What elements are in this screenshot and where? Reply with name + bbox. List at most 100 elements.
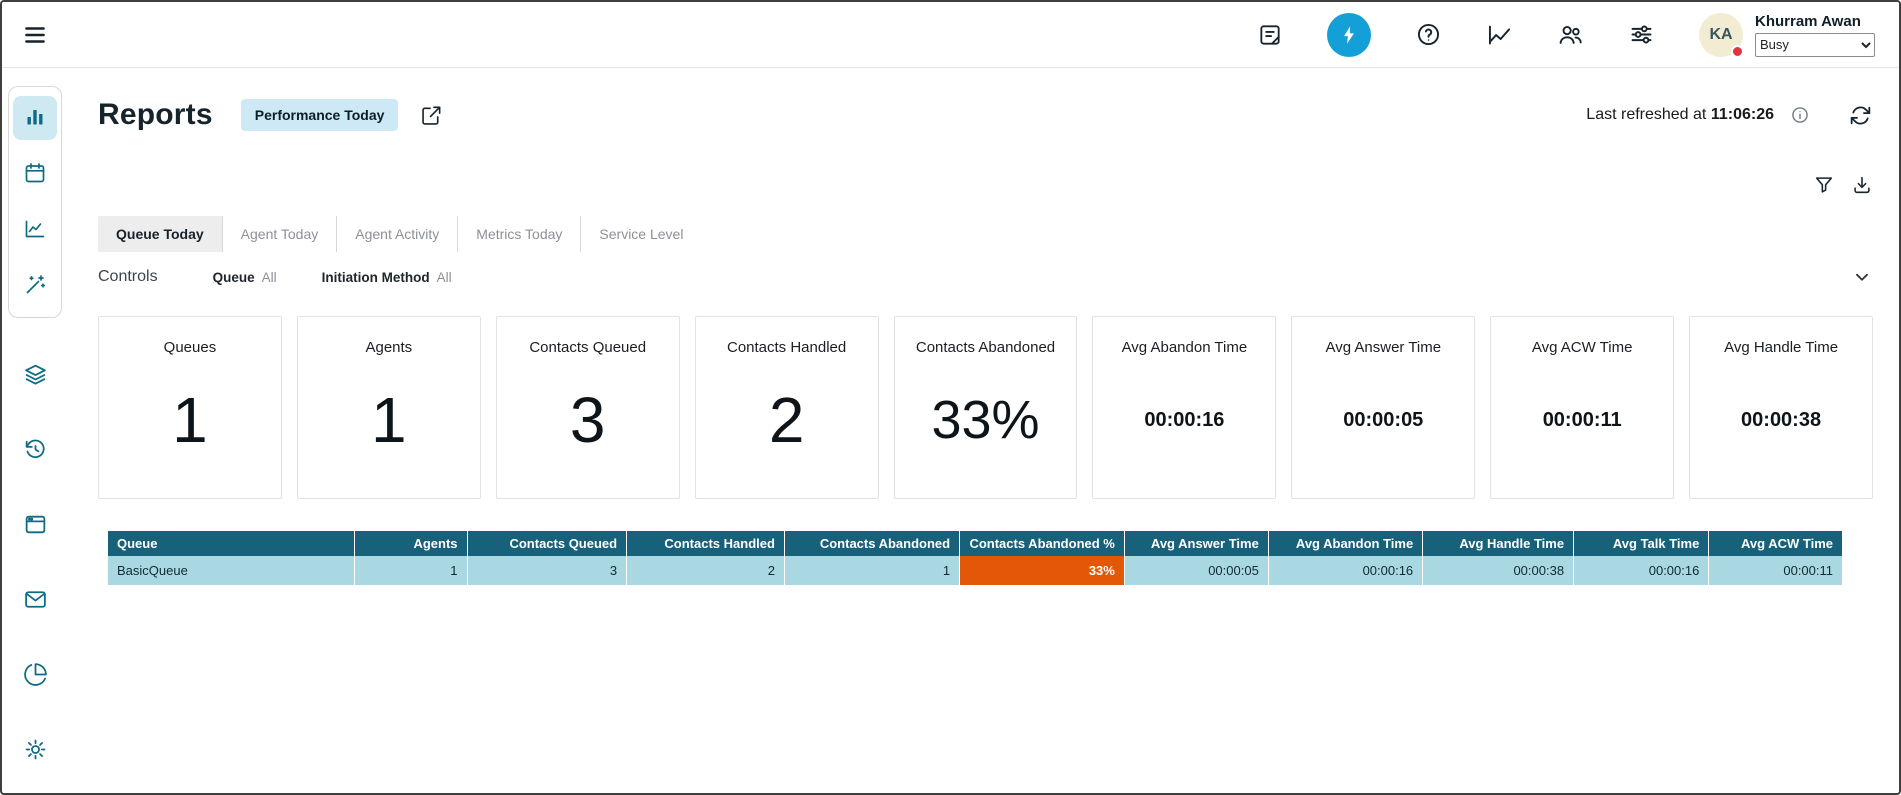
table-cell: 3 — [467, 556, 627, 585]
status-select[interactable]: Busy — [1755, 33, 1875, 57]
mail-icon — [23, 587, 48, 615]
sidebar-primary-group — [8, 86, 62, 318]
refresh-icon[interactable] — [1848, 103, 1873, 128]
queue-filter-label: Queue — [213, 270, 255, 285]
card-label: Contacts Queued — [529, 339, 646, 356]
page-title: Reports — [98, 98, 213, 132]
card-label: Agents — [365, 339, 412, 356]
card-avg-acw-time: Avg ACW Time 00:00:11 — [1490, 316, 1674, 499]
last-refreshed-text: Last refreshed at 11:06:26 — [1586, 106, 1774, 124]
table-cell: 00:00:05 — [1124, 556, 1268, 585]
app-window: KA Khurram Awan Busy — [0, 0, 1901, 795]
card-value: 00:00:16 — [1144, 409, 1224, 432]
avatar-initials: KA — [1709, 26, 1732, 44]
controls-title: Controls — [98, 268, 158, 286]
card-contacts-abandoned: Contacts Abandoned 33% — [894, 316, 1078, 499]
notes-icon[interactable] — [1257, 22, 1283, 48]
column-header: Contacts Queued — [467, 531, 627, 556]
gear-icon — [23, 737, 48, 765]
card-value: 3 — [570, 383, 606, 457]
help-icon[interactable] — [1415, 21, 1442, 48]
filter-icon[interactable] — [1813, 174, 1835, 196]
queue-filter[interactable]: Queue All — [213, 270, 277, 285]
user-name: Khurram Awan — [1755, 13, 1875, 30]
sidebar-item-history[interactable] — [13, 429, 57, 473]
table-cell: 00:00:11 — [1709, 556, 1843, 585]
queue-metrics-table: Queue Agents Contacts Queued Contacts Ha… — [108, 531, 1843, 585]
tab-service-level[interactable]: Service Level — [580, 216, 701, 252]
sidebar-item-settings[interactable] — [13, 729, 57, 773]
column-header: Queue — [108, 531, 354, 556]
report-name-badge: Performance Today — [241, 99, 399, 131]
sidebar-item-reports[interactable] — [13, 96, 57, 140]
download-icon[interactable] — [1851, 174, 1873, 196]
card-value: 00:00:11 — [1543, 409, 1622, 432]
browser-window-icon — [23, 512, 48, 540]
card-label: Queues — [164, 339, 217, 356]
layers-icon — [23, 362, 48, 390]
card-queues: Queues 1 — [98, 316, 282, 499]
column-header: Contacts Abandoned % — [960, 531, 1125, 556]
card-contacts-queued: Contacts Queued 3 — [496, 316, 680, 499]
card-avg-handle-time: Avg Handle Time 00:00:38 — [1689, 316, 1873, 499]
card-value: 1 — [371, 383, 407, 457]
sidebar-item-calendar[interactable] — [13, 152, 57, 196]
users-icon[interactable] — [1557, 21, 1584, 48]
settings-sliders-icon[interactable] — [1628, 21, 1655, 48]
card-avg-answer-time: Avg Answer Time 00:00:05 — [1291, 316, 1475, 499]
initiation-method-filter[interactable]: Initiation Method All — [322, 270, 452, 285]
card-agents: Agents 1 — [297, 316, 481, 499]
last-refreshed-label: Last refreshed at — [1586, 106, 1706, 123]
queue-filter-value: All — [262, 270, 277, 285]
card-value: 1 — [172, 383, 208, 457]
tab-metrics-today[interactable]: Metrics Today — [457, 216, 580, 252]
sidebar-secondary-group — [2, 354, 68, 773]
card-value: 33% — [931, 389, 1039, 451]
column-header: Contacts Abandoned — [784, 531, 959, 556]
table-toolbar — [98, 162, 1873, 208]
chevron-down-icon[interactable] — [1851, 266, 1873, 288]
sidebar-item-routing[interactable] — [13, 354, 57, 398]
sidebar — [2, 68, 68, 793]
sidebar-item-metrics[interactable] — [13, 208, 57, 252]
column-header: Avg Handle Time — [1423, 531, 1574, 556]
table-cell: 1 — [354, 556, 467, 585]
column-header: Contacts Handled — [627, 531, 785, 556]
column-header: Agents — [354, 531, 467, 556]
sidebar-item-window[interactable] — [13, 504, 57, 548]
user-block: KA Khurram Awan Busy — [1699, 13, 1875, 57]
card-label: Avg Handle Time — [1724, 339, 1838, 356]
realtime-metrics-icon[interactable] — [1327, 13, 1371, 57]
column-header: Avg Talk Time — [1574, 531, 1709, 556]
sidebar-item-tools[interactable] — [13, 264, 57, 308]
table-cell: 00:00:38 — [1423, 556, 1574, 585]
tab-agent-today[interactable]: Agent Today — [222, 216, 337, 252]
abandoned-pct-cell: 33% — [960, 556, 1125, 585]
report-header: Reports Performance Today Last refreshed… — [98, 68, 1873, 162]
queue-name-cell[interactable]: BasicQueue — [108, 556, 354, 585]
tab-queue-today[interactable]: Queue Today — [98, 216, 222, 252]
open-in-new-window-icon[interactable] — [420, 104, 443, 127]
avatar[interactable]: KA — [1699, 13, 1743, 57]
column-header: Avg ACW Time — [1709, 531, 1843, 556]
sidebar-item-analytics[interactable] — [13, 654, 57, 698]
initiation-method-label: Initiation Method — [322, 270, 430, 285]
last-refreshed-time: 11:06:26 — [1711, 106, 1774, 123]
sidebar-item-mail[interactable] — [13, 579, 57, 623]
column-header: Avg Abandon Time — [1268, 531, 1422, 556]
card-label: Contacts Handled — [727, 339, 846, 356]
card-label: Avg Answer Time — [1325, 339, 1441, 356]
tab-agent-activity[interactable]: Agent Activity — [336, 216, 457, 252]
table-cell: 00:00:16 — [1574, 556, 1709, 585]
card-value: 2 — [769, 383, 805, 457]
topbar: KA Khurram Awan Busy — [2, 2, 1899, 68]
column-header: Avg Answer Time — [1124, 531, 1268, 556]
controls-bar: Controls Queue All Initiation Method All — [98, 252, 1873, 302]
hamburger-menu-icon[interactable] — [22, 22, 48, 48]
info-icon[interactable] — [1790, 105, 1810, 125]
metrics-icon[interactable] — [1486, 21, 1513, 48]
line-chart-icon — [23, 217, 47, 244]
calendar-icon — [23, 161, 47, 188]
card-value: 00:00:05 — [1343, 409, 1423, 432]
table-header-row: Queue Agents Contacts Queued Contacts Ha… — [108, 531, 1843, 556]
